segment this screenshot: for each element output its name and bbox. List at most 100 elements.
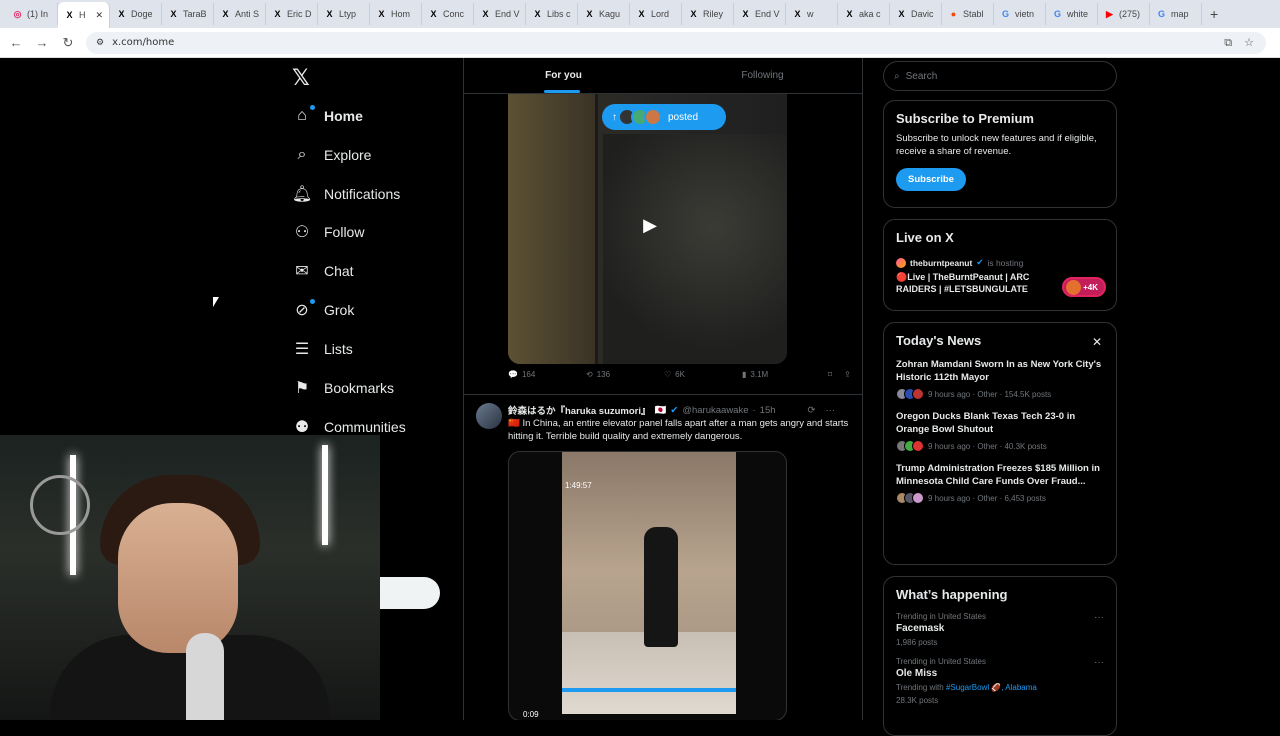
nav-item-notifications[interactable]: 🔔︎ Notifications bbox=[292, 179, 400, 209]
browser-tab[interactable]: X Lord bbox=[630, 3, 682, 25]
x-logo[interactable]: 𝕏 bbox=[292, 66, 310, 91]
premium-card: Subscribe to Premium Subscribe to unlock… bbox=[883, 100, 1117, 208]
grok-icon: ⊘ bbox=[295, 302, 309, 319]
nav-item-explore[interactable]: ⌕ Explore bbox=[292, 140, 372, 170]
browser-tab[interactable]: X Conc bbox=[422, 3, 474, 25]
browser-tab[interactable]: X Kagu bbox=[578, 3, 630, 25]
avatar[interactable] bbox=[476, 403, 502, 429]
nav-item-label: Communities bbox=[324, 419, 406, 435]
subscribe-button[interactable]: Subscribe bbox=[896, 168, 966, 191]
back-icon[interactable]: ← bbox=[8, 35, 24, 50]
verified-icon: ✔ bbox=[976, 257, 984, 267]
install-icon[interactable]: ⧉ bbox=[1224, 36, 1232, 50]
reload-icon[interactable]: ↻ bbox=[60, 35, 76, 51]
news-item[interactable]: Zohran Mamdani Sworn In as New York City… bbox=[896, 358, 1104, 400]
browser-tab[interactable]: X Libs c bbox=[526, 3, 578, 25]
close-tab-icon[interactable]: ✕ bbox=[95, 10, 103, 21]
news-item[interactable]: Oregon Ducks Blank Texas Tech 23-0 in Or… bbox=[896, 410, 1104, 452]
tab-label: vietn bbox=[1015, 9, 1035, 19]
news-item[interactable]: Trump Administration Freezes $185 Millio… bbox=[896, 462, 1104, 504]
browser-tab[interactable]: ▶ (275) bbox=[1098, 3, 1150, 25]
tab-label: Doge bbox=[131, 9, 153, 19]
live-stream-title[interactable]: 🔴Live | TheBurntPeanut | ARC RAIDERS | #… bbox=[896, 271, 1051, 295]
browser-tab[interactable]: X TaraB bbox=[162, 3, 214, 25]
ring-light bbox=[30, 475, 90, 535]
author-name[interactable]: 鈴森はるか『haruka suzumori』 bbox=[508, 403, 651, 417]
browser-tab[interactable]: X H ✕ bbox=[58, 2, 110, 28]
new-tab-button[interactable]: + bbox=[1202, 6, 1226, 22]
share-icon[interactable]: ⇪ bbox=[844, 370, 851, 379]
browser-tab[interactable]: X Eric D bbox=[266, 3, 318, 25]
x-icon: X bbox=[274, 9, 281, 19]
site-info-icon[interactable]: ⚙ bbox=[96, 38, 104, 48]
browser-tab[interactable]: Xw bbox=[786, 3, 838, 25]
post-button[interactable] bbox=[380, 577, 440, 609]
more-icon[interactable]: ··· bbox=[826, 405, 836, 416]
live-listener-pill[interactable]: +4K bbox=[1062, 277, 1106, 297]
address-bar[interactable]: ⚙ x.com/home ⧉ ☆ bbox=[86, 31, 1266, 54]
like-button[interactable]: ♡ 6K bbox=[664, 370, 742, 379]
browser-tab[interactable]: X Davic bbox=[890, 3, 942, 25]
more-icon[interactable]: ··· bbox=[1094, 657, 1104, 668]
trend-count: 1,986 posts bbox=[896, 638, 938, 647]
browser-tab[interactable]: Gvietn bbox=[994, 3, 1046, 25]
tab-label: (1) In bbox=[27, 9, 49, 19]
tab-following[interactable]: Following bbox=[663, 58, 862, 93]
neon-light bbox=[322, 445, 328, 545]
premium-title: Subscribe to Premium bbox=[896, 111, 1034, 126]
browser-tab[interactable]: X Ltyp bbox=[318, 3, 370, 25]
play-icon[interactable]: ▶ bbox=[637, 212, 663, 238]
browser-tab[interactable]: X Doge bbox=[110, 3, 162, 25]
browser-tab[interactable]: Gmap bbox=[1150, 3, 1202, 25]
forward-icon[interactable]: → bbox=[34, 35, 50, 50]
browser-tab[interactable]: X Riley bbox=[682, 3, 734, 25]
tweet-time[interactable]: 15h bbox=[760, 405, 776, 416]
tweet[interactable]: 鈴森はるか『haruka suzumori』 🇯🇵 ✔ @harukaawake… bbox=[464, 394, 862, 720]
reply-button[interactable]: 💬 164 bbox=[508, 370, 586, 379]
nav-item-grok[interactable]: ⊘ Grok bbox=[292, 295, 354, 325]
trend-item[interactable]: Trending in United States Ole Miss Trend… bbox=[896, 657, 1104, 705]
x-icon: X bbox=[534, 9, 541, 19]
tweet-actions: 💬 164 ⟲ 136 ♡ 6K ▮ 3.1M ⌑ ⇪ bbox=[508, 370, 858, 379]
search-icon: ⌕ bbox=[894, 70, 900, 82]
browser-tab[interactable]: Gwhite bbox=[1046, 3, 1098, 25]
new-posts-pill[interactable]: ↑ posted bbox=[602, 104, 726, 130]
browser-tab[interactable]: ◎ (1) In bbox=[6, 3, 58, 25]
nav-item-follow[interactable]: ⚇ Follow bbox=[292, 217, 365, 247]
nav-item-bookmarks[interactable]: ⚑ Bookmarks bbox=[292, 373, 394, 403]
nav-item-lists[interactable]: ☰ Lists bbox=[292, 334, 353, 364]
video-progress-bar[interactable] bbox=[562, 688, 736, 692]
tab-for-you[interactable]: For you bbox=[464, 58, 663, 93]
browser-tab[interactable]: X Anti S bbox=[214, 3, 266, 25]
tab-label: Stabl bbox=[963, 9, 984, 19]
browser-tab[interactable]: ● Stabl bbox=[942, 3, 994, 25]
more-icon[interactable]: ··· bbox=[1094, 612, 1104, 623]
like-count: 6K bbox=[675, 370, 685, 379]
author-handle[interactable]: @harukaawake bbox=[682, 405, 748, 416]
browser-tab[interactable]: X End V bbox=[734, 3, 786, 25]
grok-icon[interactable]: ⟳ bbox=[808, 405, 816, 416]
tweet-video[interactable]: ▶ bbox=[508, 94, 787, 364]
nav-item-home[interactable]: ⌂ Home bbox=[292, 101, 363, 131]
news-avatars bbox=[896, 492, 924, 504]
listener-avatar bbox=[1066, 280, 1081, 295]
x-icon: X bbox=[690, 9, 697, 19]
star-icon[interactable]: ☆ bbox=[1244, 36, 1254, 50]
host-avatar bbox=[896, 257, 906, 268]
trend-tags[interactable]: #SugarBowl 🏈, Alabama bbox=[946, 683, 1037, 692]
search-input[interactable]: ⌕ Search bbox=[883, 61, 1117, 91]
repost-icon: ⟲ bbox=[586, 370, 593, 379]
trend-item[interactable]: Trending in United States Facemask 1,986… bbox=[896, 612, 1104, 647]
browser-tab[interactable]: Xaka c bbox=[838, 3, 890, 25]
repost-button[interactable]: ⟲ 136 bbox=[586, 370, 664, 379]
nav-item-chat[interactable]: ✉ Chat bbox=[292, 256, 353, 286]
bookmark-icon[interactable]: ⌑ bbox=[828, 370, 832, 379]
tweet-video[interactable]: 1:49:57 0:09 bbox=[508, 451, 787, 720]
browser-tab[interactable]: X End V bbox=[474, 3, 526, 25]
nav-item-label: Notifications bbox=[324, 186, 401, 202]
live-host[interactable]: theburntpeanut ✔ is hosting bbox=[896, 257, 1104, 268]
views-button[interactable]: ▮ 3.1M bbox=[742, 370, 820, 379]
close-icon[interactable]: ✕ bbox=[1092, 335, 1102, 349]
nav-item-label: Bookmarks bbox=[324, 380, 395, 396]
browser-tab[interactable]: X Hom bbox=[370, 3, 422, 25]
